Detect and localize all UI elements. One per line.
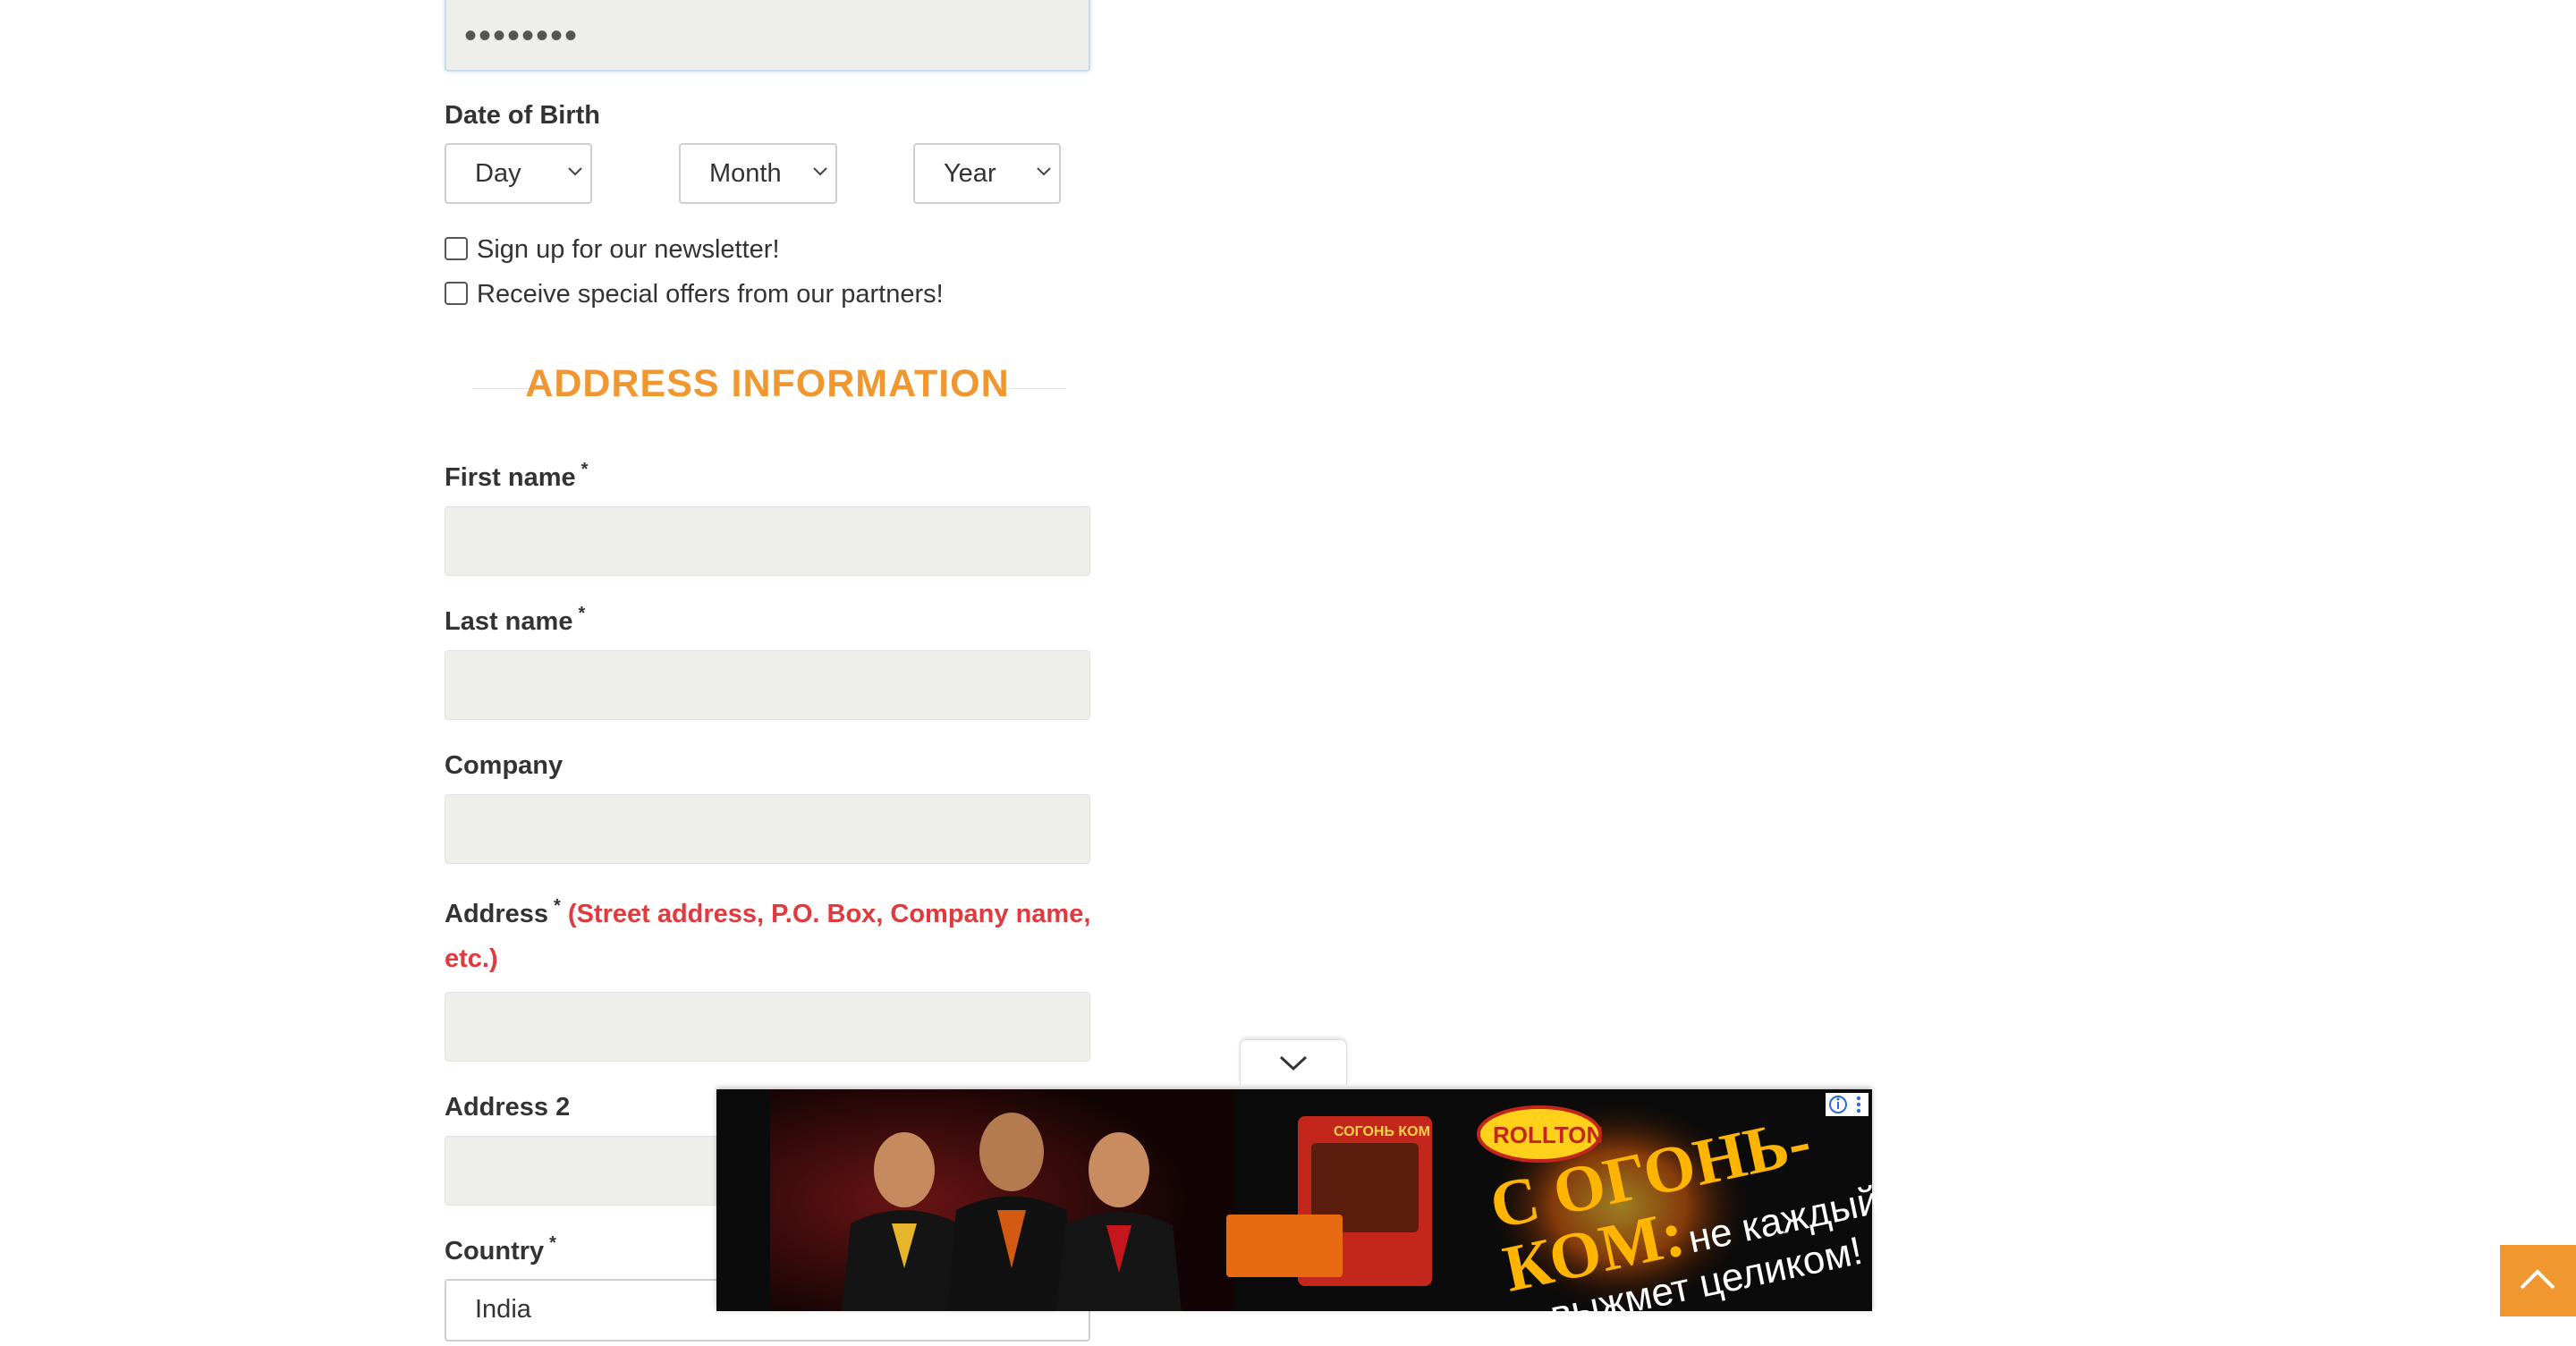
address-section-title: ADDRESS INFORMATION (525, 362, 1010, 405)
password-input[interactable]: •••••••• (445, 0, 1090, 72)
newsletter-label: Sign up for our newsletter! (477, 235, 780, 264)
required-mark: * (549, 1233, 556, 1253)
address-label: Address * (Street address, P.O. Box, Comp… (445, 896, 1091, 929)
first-name-label-text: First name (445, 463, 576, 492)
last-name-label-text: Last name (445, 607, 573, 636)
newsletter-checkbox[interactable] (445, 237, 468, 261)
chevron-down-icon (568, 167, 582, 176)
address-label-text: Address (445, 900, 549, 928)
required-mark: * (554, 896, 561, 916)
chevron-down-icon (1279, 1055, 1308, 1071)
chevron-up-icon (2520, 1269, 2555, 1290)
address-hint: (Street address, P.O. Box, Company name, (567, 900, 1091, 928)
newsletter-option[interactable]: Sign up for our newsletter! (445, 235, 780, 265)
ad-collapse-button[interactable] (1240, 1039, 1347, 1085)
dob-label: Date of Birth (445, 101, 600, 130)
dob-day-value: Day (475, 159, 521, 188)
country-label: Country * (445, 1233, 556, 1266)
partners-checkbox[interactable] (445, 282, 468, 306)
country-label-text: Country (445, 1237, 545, 1266)
dob-month-select[interactable]: Month (679, 143, 837, 204)
country-value: India (475, 1295, 531, 1324)
first-name-label: First name * (445, 460, 589, 493)
dob-month-value: Month (709, 159, 782, 188)
dob-year-select[interactable]: Year (913, 143, 1061, 204)
required-mark: * (578, 604, 586, 623)
address-hint-continued: etc.) (445, 944, 498, 973)
ad-product-label: СОГОНЬ КОМ (1334, 1124, 1430, 1139)
ad-brand-name: ROLLTON (1493, 1122, 1603, 1148)
first-name-input[interactable] (445, 506, 1090, 576)
partners-label: Receive special offers from our partners… (477, 280, 944, 309)
required-mark: * (580, 460, 589, 479)
dob-year-value: Year (944, 159, 996, 188)
last-name-input[interactable] (445, 650, 1090, 720)
address2-label: Address 2 (445, 1093, 571, 1122)
partners-option[interactable]: Receive special offers from our partners… (445, 280, 944, 309)
chevron-down-icon (813, 167, 827, 176)
address-input[interactable] (445, 992, 1090, 1062)
scroll-to-top-button[interactable] (2500, 1245, 2576, 1316)
company-label: Company (445, 751, 564, 780)
company-input[interactable] (445, 794, 1090, 864)
dob-day-select[interactable]: Day (445, 143, 592, 204)
chevron-down-icon (1037, 167, 1051, 176)
last-name-label: Last name * (445, 604, 586, 637)
